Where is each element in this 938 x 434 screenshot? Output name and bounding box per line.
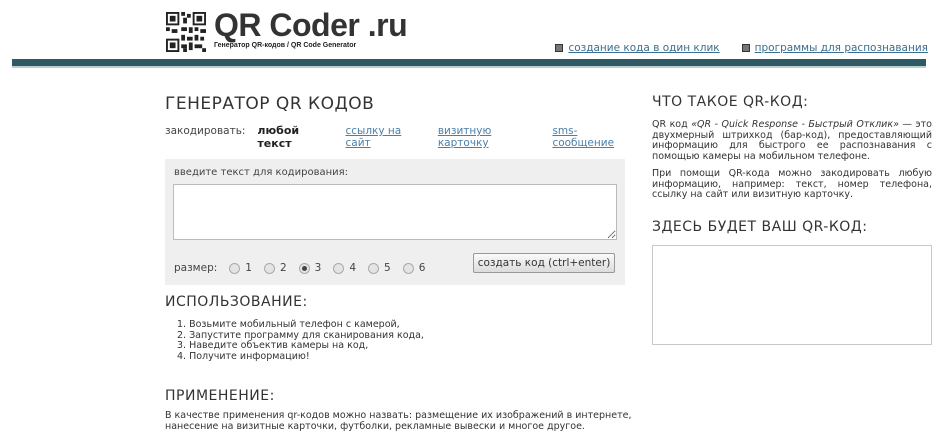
list-item: 3. Наведите объектив камеры на код, (177, 340, 369, 351)
usage-section: ИСПОЛЬЗОВАНИЕ: 1. Возьмите мобильный тел… (165, 294, 424, 362)
site-logo[interactable]: QR Coder .ru Генератор QR-кодов / QR Cod… (166, 7, 408, 52)
radio-icon[interactable] (229, 262, 241, 274)
encode-option-url[interactable]: ссылку на сайт (345, 125, 425, 149)
bullet-icon (741, 44, 750, 52)
list-item: 1. Возьмите мобильный телефон с камерой, (177, 319, 400, 330)
size-selector: размер: 1 2 3 4 5 6 (174, 262, 425, 274)
info-paragraph-1: QR код «QR - Quick Response - Быстрый От… (652, 119, 932, 162)
logo-subtitle: Генератор QR-кодов / QR Code Generator (214, 42, 357, 49)
header-divider (12, 59, 926, 66)
encode-option-text[interactable]: любой текст (257, 124, 333, 150)
size-label: размер: (174, 262, 218, 274)
size-option-5[interactable]: 5 (368, 262, 391, 274)
top-nav-item: программы для распознавания (741, 42, 928, 54)
text-input[interactable] (173, 184, 617, 240)
logo-title: QR Coder .ru (214, 7, 408, 43)
radio-icon[interactable] (333, 262, 345, 274)
generator-title: ГЕНЕРАТОР QR КОДОВ (165, 94, 375, 114)
radio-selected-icon[interactable] (298, 262, 310, 274)
encode-label: закодировать: (165, 125, 246, 137)
link-one-click[interactable]: создание кода в один клик (568, 42, 719, 54)
size-option-2[interactable]: 2 (263, 262, 287, 274)
result-title: ЗДЕСЬ БУДЕТ ВАШ QR-КОД: (652, 218, 868, 235)
list-item: 4. Получите информацию! (177, 350, 310, 362)
text-input-label: введите текст для кодирования: (174, 167, 349, 178)
encode-option-sms[interactable]: sms-сообщение (552, 125, 635, 149)
size-option-1[interactable]: 1 (229, 262, 252, 274)
info-section: ЧТО ТАКОЕ QR-КОД: QR код «QR - Quick Res… (652, 94, 932, 345)
info-paragraph-2: При помощи QR-кода можно закодировать лю… (652, 168, 932, 200)
application-section: ПРИМЕНЕНИЕ: В качестве применения qr-код… (165, 388, 645, 432)
qr-result-box (652, 244, 932, 345)
generator-panel: введите текст для кодирования: размер: 1… (165, 159, 625, 285)
link-recognition-apps[interactable]: программы для распознавания (755, 42, 928, 54)
size-option-6[interactable]: 6 (402, 262, 425, 274)
top-nav-item: создание кода в один клик (555, 42, 720, 54)
application-title: ПРИМЕНЕНИЕ: (165, 388, 275, 404)
radio-icon[interactable] (402, 262, 414, 274)
application-text: В качестве применения qr-кодов можно наз… (165, 410, 632, 432)
size-option-3[interactable]: 3 (298, 262, 321, 274)
top-nav: создание кода в один клик программы для … (555, 42, 928, 54)
size-option-4[interactable]: 4 (333, 262, 356, 274)
encode-type-selector: закодировать: любой текст ссылку на сайт… (165, 124, 635, 150)
bullet-icon (555, 44, 564, 52)
encode-option-vcard[interactable]: визитную карточку (438, 125, 541, 149)
qr-logo-icon (166, 12, 206, 52)
create-code-button[interactable]: создать код (ctrl+enter) (473, 253, 615, 273)
info-title: ЧТО ТАКОЕ QR-КОД: (652, 94, 809, 110)
usage-steps: 1. Возьмите мобильный телефон с камерой,… (165, 319, 424, 362)
radio-icon[interactable] (368, 262, 380, 274)
usage-title: ИСПОЛЬЗОВАНИЕ: (165, 294, 308, 310)
generator-section: ГЕНЕРАТОР QR КОДОВ закодировать: любой т… (165, 94, 635, 285)
radio-icon[interactable] (263, 262, 275, 274)
header-divider-shadow (12, 66, 926, 68)
